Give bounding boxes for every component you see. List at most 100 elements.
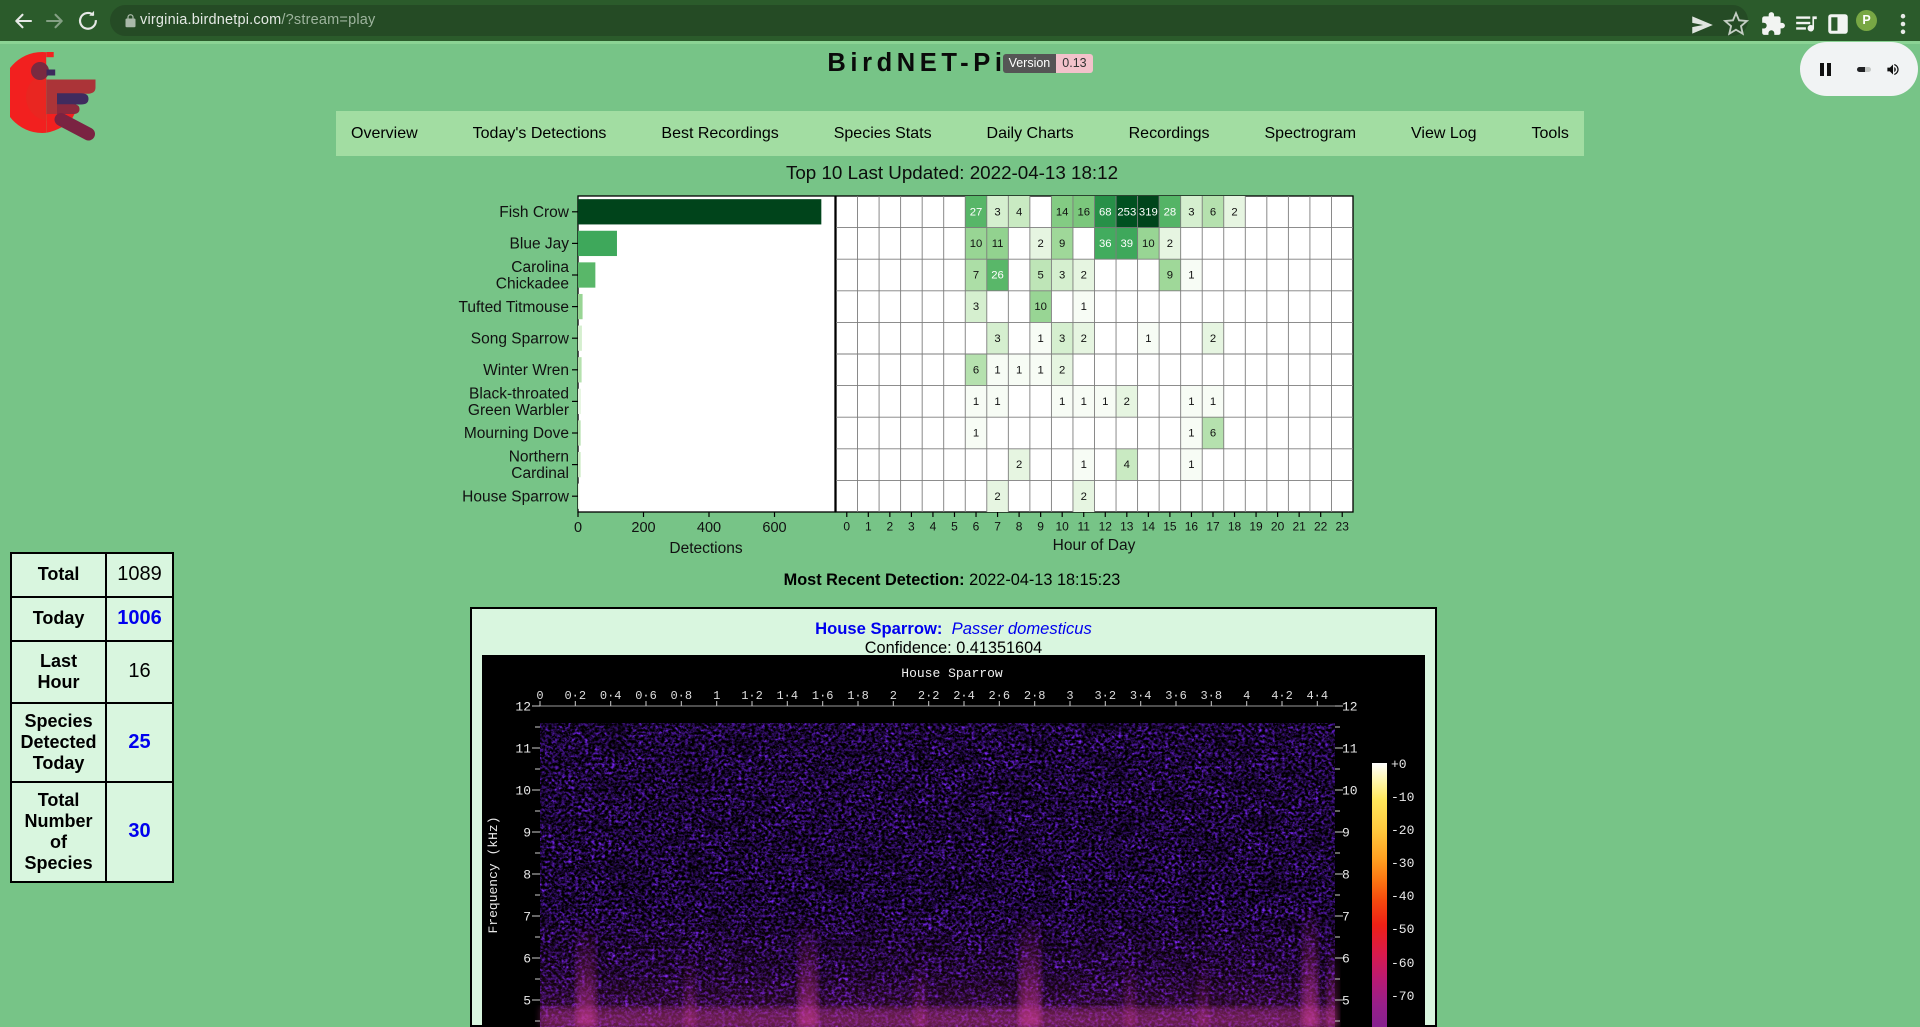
svg-text:-10: -10 (1391, 790, 1414, 805)
svg-text:1: 1 (1102, 396, 1108, 408)
svg-text:Mourning Dove: Mourning Dove (464, 425, 569, 442)
svg-text:Cardinal: Cardinal (511, 465, 569, 482)
svg-text:1: 1 (1081, 396, 1087, 408)
svg-text:Winter Wren: Winter Wren (483, 362, 569, 379)
svg-text:4: 4 (930, 520, 937, 534)
svg-text:10: 10 (1342, 784, 1358, 799)
svg-text:2: 2 (1081, 270, 1087, 282)
svg-text:3: 3 (1188, 206, 1194, 218)
svg-text:Frequency (kHz): Frequency (kHz) (486, 816, 501, 933)
svg-text:0·2: 0·2 (564, 689, 586, 703)
svg-text:2·4: 2·4 (953, 689, 975, 703)
svg-text:Black-throated: Black-throated (469, 385, 569, 402)
svg-text:0·6: 0·6 (635, 689, 657, 703)
svg-text:Carolina: Carolina (511, 259, 569, 276)
svg-text:2: 2 (1124, 396, 1130, 408)
svg-text:Green Warbler: Green Warbler (468, 402, 569, 419)
svg-text:3: 3 (908, 520, 915, 534)
svg-text:-60: -60 (1391, 956, 1414, 971)
svg-text:14: 14 (1142, 520, 1156, 534)
svg-text:28: 28 (1164, 206, 1177, 218)
svg-text:6: 6 (973, 520, 980, 534)
svg-text:Blue Jay: Blue Jay (510, 236, 570, 253)
svg-text:4·4: 4·4 (1306, 689, 1328, 703)
svg-text:1: 1 (1081, 459, 1087, 471)
svg-text:1·6: 1·6 (812, 689, 834, 703)
svg-text:18: 18 (1228, 520, 1242, 534)
svg-text:2: 2 (1016, 459, 1022, 471)
svg-text:1: 1 (1210, 396, 1216, 408)
svg-text:2: 2 (1167, 238, 1173, 250)
svg-text:Top 10 Last Updated: 2022-04-1: Top 10 Last Updated: 2022-04-13 18:12 (786, 162, 1118, 183)
svg-text:5: 5 (1342, 994, 1350, 1009)
svg-text:3·8: 3·8 (1200, 689, 1222, 703)
svg-text:Song Sparrow: Song Sparrow (471, 330, 570, 347)
svg-text:2: 2 (1059, 364, 1065, 376)
svg-text:1: 1 (1188, 396, 1194, 408)
svg-text:15: 15 (1163, 520, 1177, 534)
svg-text:2: 2 (1210, 333, 1216, 345)
svg-text:8: 8 (523, 868, 531, 883)
svg-text:Northern: Northern (509, 449, 569, 466)
svg-text:1: 1 (1038, 364, 1044, 376)
svg-text:200: 200 (631, 520, 655, 536)
svg-text:0: 0 (536, 689, 543, 703)
svg-text:10: 10 (1056, 520, 1070, 534)
svg-text:House Sparrow: House Sparrow (462, 488, 570, 505)
svg-text:9: 9 (523, 826, 531, 841)
svg-text:253: 253 (1117, 206, 1136, 218)
svg-text:21: 21 (1292, 520, 1306, 534)
svg-text:3: 3 (973, 301, 979, 313)
svg-text:2: 2 (1081, 333, 1087, 345)
svg-text:26: 26 (991, 270, 1004, 282)
svg-text:9: 9 (1167, 270, 1173, 282)
svg-text:12: 12 (1342, 700, 1358, 715)
svg-text:23: 23 (1336, 520, 1350, 534)
svg-text:1: 1 (1188, 428, 1194, 440)
svg-text:Fish Crow: Fish Crow (499, 204, 570, 221)
svg-text:11: 11 (515, 742, 531, 757)
svg-text:1: 1 (1038, 333, 1044, 345)
svg-text:3·4: 3·4 (1130, 689, 1152, 703)
svg-text:2·6: 2·6 (988, 689, 1010, 703)
svg-text:3: 3 (994, 206, 1000, 218)
svg-text:9: 9 (1059, 238, 1065, 250)
svg-text:2: 2 (1038, 238, 1044, 250)
svg-text:12: 12 (1099, 520, 1113, 534)
svg-text:1: 1 (1145, 333, 1151, 345)
svg-text:9: 9 (1037, 520, 1044, 534)
svg-text:4: 4 (1243, 689, 1250, 703)
svg-text:3·2: 3·2 (1094, 689, 1116, 703)
svg-text:1: 1 (1016, 364, 1022, 376)
svg-text:1·8: 1·8 (847, 689, 869, 703)
svg-text:5: 5 (1038, 270, 1044, 282)
svg-text:2: 2 (1231, 206, 1237, 218)
svg-text:7: 7 (1342, 910, 1350, 925)
svg-text:2: 2 (887, 520, 894, 534)
svg-text:16: 16 (1185, 520, 1199, 534)
svg-text:10: 10 (515, 784, 531, 799)
svg-text:13: 13 (1120, 520, 1134, 534)
svg-text:10: 10 (1034, 301, 1047, 313)
svg-text:3: 3 (1059, 270, 1065, 282)
svg-text:Hour of Day: Hour of Day (1053, 537, 1136, 554)
svg-text:1·2: 1·2 (741, 689, 763, 703)
svg-text:-20: -20 (1391, 823, 1414, 838)
svg-text:4: 4 (1124, 459, 1130, 471)
svg-text:6: 6 (523, 952, 531, 967)
svg-text:3: 3 (994, 333, 1000, 345)
svg-text:9: 9 (1342, 826, 1350, 841)
svg-text:4·2: 4·2 (1271, 689, 1293, 703)
svg-text:16: 16 (1077, 206, 1090, 218)
svg-text:2·2: 2·2 (918, 689, 940, 703)
svg-text:2: 2 (890, 689, 897, 703)
svg-text:6: 6 (1210, 206, 1216, 218)
svg-text:5: 5 (951, 520, 958, 534)
svg-text:19: 19 (1249, 520, 1263, 534)
svg-text:600: 600 (762, 520, 786, 536)
svg-text:1: 1 (865, 520, 872, 534)
svg-text:3·6: 3·6 (1165, 689, 1187, 703)
svg-text:12: 12 (515, 700, 531, 715)
svg-text:5: 5 (523, 994, 531, 1009)
svg-text:Tufted Titmouse: Tufted Titmouse (458, 299, 569, 316)
